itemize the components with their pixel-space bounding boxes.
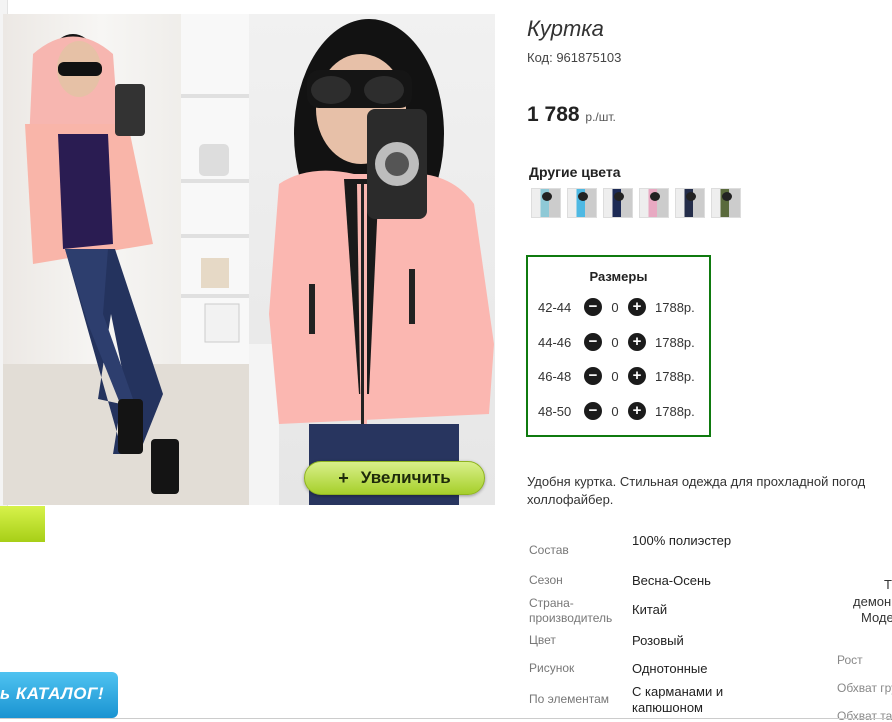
- size-qty[interactable]: 0: [602, 404, 628, 419]
- description-line: Удобня куртка. Стильная одежда для прохл…: [527, 474, 866, 489]
- property-value: Китай: [632, 602, 668, 617]
- side-label: Рост: [837, 653, 863, 667]
- size-price: 1788р.: [655, 334, 695, 350]
- enlarge-label: Увеличить: [360, 468, 451, 487]
- size-price: 1788р.: [655, 368, 695, 384]
- side-text: Т: [884, 577, 892, 592]
- color-swatch[interactable]: [531, 188, 561, 218]
- side-green-tab[interactable]: [0, 506, 45, 542]
- product-description: Удобня куртка. Стильная одежда для прохл…: [527, 473, 892, 509]
- sizes-title: Размеры: [589, 269, 648, 284]
- property-key: Страна-производитель: [529, 596, 613, 625]
- color-swatch[interactable]: [603, 188, 633, 218]
- property-value: Весна-Осень: [632, 573, 711, 588]
- color-swatches: [531, 188, 741, 218]
- product-photo-1[interactable]: [3, 14, 249, 505]
- size-label: 44-46: [538, 334, 572, 350]
- size-row: 48-50 − 0 + 1788р.: [538, 402, 695, 420]
- property-key: Цвет: [529, 633, 556, 647]
- size-label: 42-44: [538, 299, 572, 315]
- photo-2-image: [249, 19, 494, 505]
- side-label: Обхват та: [837, 709, 892, 722]
- property-value: 100% полиэстер: [632, 533, 732, 548]
- price-unit: р./шт.: [585, 110, 616, 124]
- other-colors-title: Другие цвета: [529, 164, 621, 180]
- color-swatch[interactable]: [567, 188, 597, 218]
- enlarge-button[interactable]: + Увеличить: [304, 461, 485, 495]
- minus-icon[interactable]: −: [584, 298, 602, 316]
- product-title: Куртка: [527, 16, 604, 41]
- catalog-button[interactable]: ь КАТАЛОГ!: [0, 672, 118, 718]
- property-value: Розовый: [632, 633, 684, 648]
- size-row: 44-46 − 0 + 1788р.: [538, 333, 695, 351]
- product-code: Код: 961875103: [527, 50, 622, 65]
- plus-icon[interactable]: +: [628, 402, 646, 420]
- bottom-divider: [0, 718, 892, 719]
- color-swatch[interactable]: [639, 188, 669, 218]
- minus-icon[interactable]: −: [584, 367, 602, 385]
- color-swatch[interactable]: [711, 188, 741, 218]
- plus-icon[interactable]: +: [628, 333, 646, 351]
- description-line: холлофайбер.: [527, 492, 614, 507]
- size-row: 46-48 − 0 + 1788р.: [538, 367, 695, 385]
- side-text: демон: [853, 594, 892, 609]
- size-price: 1788р.: [655, 299, 695, 315]
- size-price: 1788р.: [655, 403, 695, 419]
- size-qty[interactable]: 0: [602, 335, 628, 350]
- side-text: Моде: [861, 610, 892, 625]
- minus-icon[interactable]: −: [584, 402, 602, 420]
- plus-icon[interactable]: +: [628, 367, 646, 385]
- photo-1-image: [3, 14, 249, 505]
- product-photo-2[interactable]: [249, 14, 495, 505]
- size-qty[interactable]: 0: [602, 369, 628, 384]
- property-value: С карманами и капюшоном: [632, 684, 724, 715]
- property-key: Сезон: [529, 573, 563, 587]
- sizes-box: Размеры 42-44 − 0 + 1788р. 44-46 − 0 + 1…: [526, 255, 711, 437]
- property-key: Состав: [529, 543, 569, 557]
- color-swatch[interactable]: [675, 188, 705, 218]
- property-value: Однотонные: [632, 661, 708, 676]
- plus-icon[interactable]: +: [628, 298, 646, 316]
- property-key: По элементам: [529, 692, 610, 706]
- size-qty[interactable]: 0: [602, 300, 628, 315]
- product-price: 1 788 р./шт.: [527, 103, 616, 127]
- size-label: 48-50: [538, 403, 572, 419]
- side-label: Обхват гру: [837, 681, 892, 695]
- size-label: 46-48: [538, 368, 572, 384]
- plus-icon: +: [338, 467, 349, 488]
- price-value: 1 788: [527, 103, 580, 126]
- size-row: 42-44 − 0 + 1788р.: [538, 298, 695, 316]
- property-key: Рисунок: [529, 661, 575, 675]
- minus-icon[interactable]: −: [584, 333, 602, 351]
